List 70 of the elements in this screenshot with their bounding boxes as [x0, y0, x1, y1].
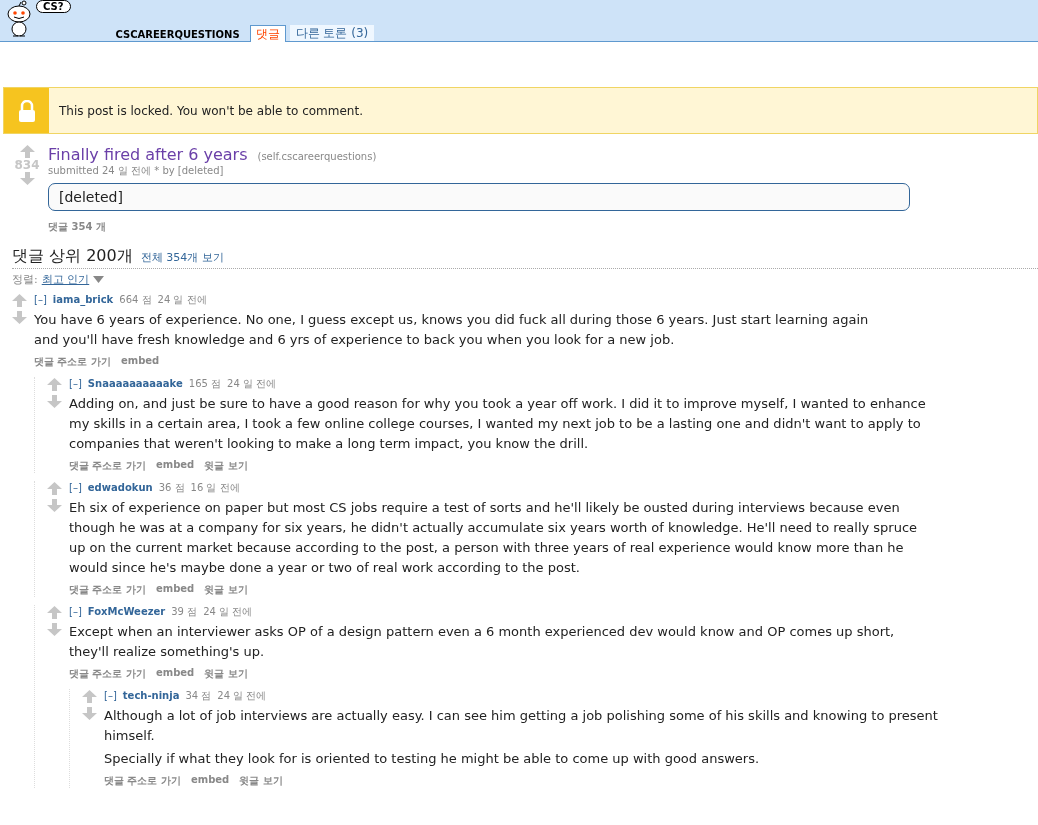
comment-action-link[interactable]: 윗글 보기	[239, 774, 283, 788]
comments-link[interactable]: 댓글 354 개	[48, 220, 910, 234]
comment-score: 165 점	[188, 377, 222, 391]
comment-action-link[interactable]: 윗글 보기	[204, 583, 248, 597]
downvote-arrow-icon[interactable]	[47, 499, 62, 512]
author-link[interactable]: Snaaaaaaaaaake	[87, 378, 183, 389]
upvote-arrow-icon[interactable]	[19, 145, 35, 158]
upvote-arrow-icon[interactable]	[12, 294, 27, 307]
comment-action-link[interactable]: 댓글 주소로 가기	[69, 583, 146, 597]
comment-text: Although a lot of job interviews are actually easy. I can see him getting a job polishing some of his skills and knowing to present himself.	[104, 707, 939, 745]
downvote-arrow-icon[interactable]	[47, 623, 62, 636]
comment-action-link[interactable]: 댓글 주소로 가기	[69, 459, 146, 473]
upvote-arrow-icon[interactable]	[47, 378, 62, 391]
upvote-arrow-icon[interactable]	[47, 482, 62, 495]
sort-label: 정렬:	[12, 272, 38, 287]
comment-action-link[interactable]: 댓글 주소로 가기	[34, 355, 111, 369]
upvote-arrow-icon[interactable]	[82, 690, 97, 703]
comment-action-link[interactable]: 윗글 보기	[204, 459, 248, 473]
collapse-toggle[interactable]: [–]	[69, 482, 82, 493]
tab[interactable]: 댓글	[249, 25, 286, 42]
comment-age: 24 일 전에	[157, 293, 207, 307]
comment-age: 24 일 전에	[227, 377, 277, 391]
comment-age: 16 일 전에	[190, 481, 240, 495]
downvote-arrow-icon[interactable]	[82, 707, 97, 720]
comment-action-link[interactable]: embed	[155, 583, 195, 597]
score: 834	[14, 158, 40, 172]
comment-text: Eh six of experience on paper but most CS jobs require a test of sorts and he'll likely be ousted during interviews because even though he was at a company for six years, he didn't actually accumulate six years worth of knowledge. He'll need to really spruce up on the current market because according to the post, a person with three years of real experience would know more than he would since he's maybe done a year or two of real work according to the post.	[69, 499, 919, 577]
notice-text: This post is locked. You won't be able to comment.	[59, 103, 363, 118]
author-link[interactable]: edwadokun	[87, 482, 153, 493]
upvote-arrow-icon[interactable]	[47, 606, 62, 619]
comments-heading: 댓글 상위 200개	[12, 246, 133, 267]
collapse-toggle[interactable]: [–]	[69, 606, 82, 617]
comment-score: 39 점	[171, 605, 198, 619]
subreddit-link[interactable]: CSCAREERQUESTIONS	[115, 29, 240, 41]
post-tagline: submitted 24 일 전에 * by [deleted]	[48, 164, 225, 178]
lock-icon	[17, 99, 36, 122]
domain-label: (self.cscareerquestions)	[257, 151, 377, 162]
comment-age: 24 일 전에	[203, 605, 253, 619]
comment-action-link[interactable]: embed	[155, 459, 195, 473]
comment-age: 24 일 전에	[217, 689, 267, 703]
comment-action-link[interactable]: embed	[120, 355, 160, 369]
downvote-arrow-icon[interactable]	[19, 172, 35, 185]
alien-mascot-icon	[4, 0, 34, 38]
comment-score: 36 점	[158, 481, 185, 495]
comment-score: 34 점	[185, 689, 212, 703]
collapse-toggle[interactable]: [–]	[34, 294, 47, 305]
comment-text: Except when an interviewer asks OP of a design pattern even a 6 month experienced dev would know and OP comes up short, they'll realize something's up.	[69, 623, 896, 661]
author-link[interactable]: iama_brick	[52, 294, 114, 305]
speech-bubble: CS?	[36, 0, 71, 13]
collapse-toggle[interactable]: [–]	[69, 378, 82, 389]
author-link[interactable]: FoxMcWeezer	[87, 606, 166, 617]
dropdown-caret-icon	[93, 276, 105, 283]
view-all-link[interactable]: 전체 354개 보기	[140, 250, 224, 265]
comment-action-link[interactable]: 댓글 주소로 가기	[104, 774, 181, 788]
tab[interactable]: 다른 토론 (3)	[289, 25, 375, 41]
comment-score: 664 점	[119, 293, 152, 307]
downvote-arrow-icon[interactable]	[12, 311, 27, 324]
comment-text: Adding on, and just be sure to have a good reason for why you took a year off work. I did it to improve myself, I wanted to enhance my skills in a certain area, I took a few online college courses, I wanted my next job to be a lasting one and didn't want to apply to companies that weren't looking to make a long term impact, you know the drill.	[69, 395, 927, 453]
author-link[interactable]: tech-ninja	[122, 690, 180, 701]
sort-dropdown[interactable]: 최고 인기	[41, 272, 105, 287]
post-body: [deleted]	[48, 183, 910, 211]
comment-action-link[interactable]: embed	[155, 667, 195, 681]
post-title[interactable]: Finally fired after 6 years	[48, 145, 248, 164]
comment-text: You have 6 years of experience. No one, I guess except us, knows you did fuck all during those 6 years. Just start learning again and you'll have fresh knowledge and 6 yrs of experience to back you when you look for a new job.	[34, 311, 870, 349]
comment-action-link[interactable]: 댓글 주소로 가기	[69, 667, 146, 681]
downvote-arrow-icon[interactable]	[47, 395, 62, 408]
comment-action-link[interactable]: embed	[190, 774, 230, 788]
collapse-toggle[interactable]: [–]	[104, 690, 117, 701]
comment-action-link[interactable]: 윗글 보기	[204, 667, 248, 681]
comment-text: Specially if what they look for is oriented to testing he might be able to come up with good answers.	[104, 750, 761, 768]
